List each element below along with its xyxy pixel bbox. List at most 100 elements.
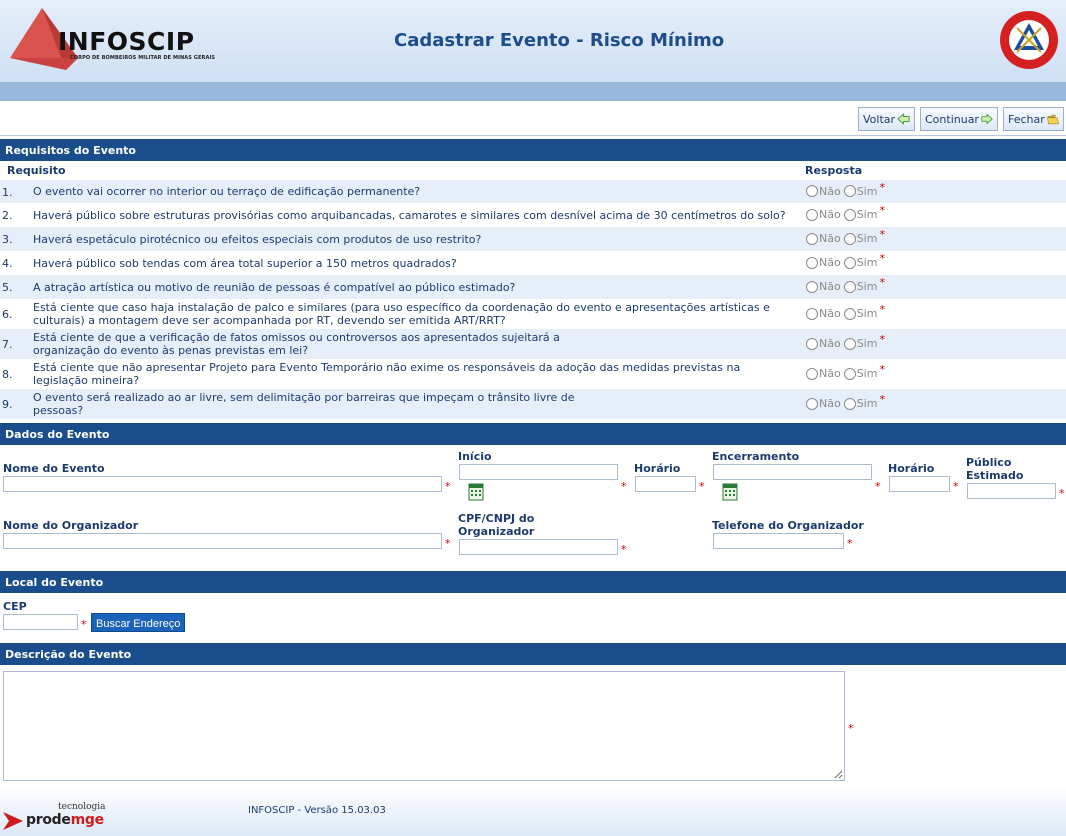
requirement-text: A atração artística ou motivo de reunião…	[33, 281, 516, 294]
resize-grip-icon[interactable]	[834, 770, 843, 779]
requirement-row: 6. Está ciente que caso haja instalação d…	[0, 299, 1066, 329]
answer-radio-group: Não Sim *	[806, 252, 885, 269]
organizer-document-input[interactable]	[459, 539, 618, 555]
organizer-document-label: CPF/CNPJ do Organizador	[458, 512, 535, 538]
page-footer	[0, 786, 1066, 836]
answer-yes-label: Sim	[856, 307, 878, 320]
requirement-number: 9.	[2, 398, 13, 411]
answer-no-label: Não	[819, 256, 841, 269]
requirement-number: 8.	[2, 368, 13, 381]
answer-yes-radio[interactable]	[843, 208, 856, 221]
open-folder-icon	[1047, 114, 1059, 124]
description-textarea[interactable]	[3, 671, 845, 781]
answer-no-radio[interactable]	[806, 397, 818, 410]
required-mark: *	[1059, 487, 1065, 500]
required-mark: *	[621, 480, 627, 493]
answer-no-radio[interactable]	[806, 307, 818, 320]
requirement-text: O evento vai ocorrer no interior ou terr…	[33, 185, 421, 198]
requirement-text: O evento será realizado ao ar livre, sem…	[33, 391, 575, 417]
requirement-number: 6.	[2, 308, 13, 321]
requirement-row: 5. A atração artística ou motivo de reuni…	[0, 275, 1066, 299]
answer-no-radio[interactable]	[806, 367, 818, 380]
continue-button[interactable]: Continuar	[920, 107, 998, 131]
requirements-section-header: Requisitos do Evento	[0, 139, 1066, 161]
required-mark: *	[445, 537, 451, 550]
answer-no-radio[interactable]	[806, 232, 818, 245]
requirement-row: 4. Haverá público sob tendas com área tot…	[0, 251, 1066, 275]
requirement-text: Haverá público sobre estruturas provisór…	[33, 209, 786, 222]
answer-radio-group: Não Sim *	[806, 204, 885, 221]
event-name-label: Nome do Evento	[3, 462, 105, 475]
event-name-input[interactable]	[3, 476, 442, 492]
answer-yes-radio[interactable]	[843, 185, 856, 197]
cep-input[interactable]	[3, 614, 78, 630]
answer-no-label: Não	[819, 367, 841, 380]
required-mark: *	[848, 722, 854, 735]
answer-yes-label: Sim	[856, 280, 878, 293]
organizer-name-input[interactable]	[3, 533, 442, 549]
calendar-icon[interactable]	[468, 483, 484, 501]
requirement-text: Está ciente que caso haja instalação de …	[33, 301, 770, 327]
start-time-label: Horário	[634, 462, 681, 475]
answer-yes-radio[interactable]	[843, 367, 856, 380]
page-header: INFOSCIP CORPO DE BOMBEIROS MILITAR DE M…	[0, 0, 1066, 82]
answer-no-radio[interactable]	[806, 337, 818, 350]
arrow-left-icon	[897, 113, 910, 125]
required-mark: *	[879, 204, 885, 217]
requirement-number: 5.	[2, 281, 13, 294]
estimated-audience-input[interactable]	[967, 483, 1056, 499]
answer-radio-group: Não Sim *	[806, 363, 885, 380]
answer-yes-radio[interactable]	[843, 256, 856, 269]
requirement-row: 2. Haverá público sobre estruturas provis…	[0, 203, 1066, 227]
answer-yes-label: Sim	[856, 232, 878, 245]
answer-yes-radio[interactable]	[843, 232, 856, 245]
end-date-input[interactable]	[713, 464, 872, 480]
back-button[interactable]: Voltar	[858, 107, 915, 131]
required-mark: *	[953, 480, 959, 493]
start-date-label: Início	[458, 450, 492, 463]
cep-label: CEP	[3, 600, 27, 613]
answer-yes-label: Sim	[856, 367, 878, 380]
answer-no-radio[interactable]	[806, 280, 818, 293]
arrow-right-icon	[981, 113, 993, 125]
answer-no-label: Não	[819, 280, 841, 293]
required-mark: *	[699, 480, 705, 493]
answer-yes-radio[interactable]	[843, 337, 856, 350]
requirement-row: 1. O evento vai ocorrer no interior ou te…	[0, 180, 1066, 203]
start-time-input[interactable]	[635, 476, 696, 492]
start-date-input[interactable]	[459, 464, 618, 480]
required-mark: *	[879, 333, 885, 346]
answer-no-radio[interactable]	[806, 208, 818, 221]
header-strip	[0, 82, 1066, 101]
requirement-number: 4.	[2, 257, 13, 270]
toolbar-divider	[0, 135, 1066, 136]
search-address-button[interactable]: Buscar Endereço	[91, 613, 186, 632]
answer-no-label: Não	[819, 208, 841, 221]
requirement-column-header: Requisito	[7, 164, 66, 177]
requirement-number: 2.	[2, 209, 13, 222]
answer-no-radio[interactable]	[806, 185, 818, 197]
answer-no-radio[interactable]	[806, 256, 818, 269]
footer-version: INFOSCIP - Versão 15.03.03	[248, 805, 386, 816]
answer-radio-group: Não Sim *	[806, 228, 885, 245]
calendar-icon[interactable]	[722, 483, 738, 501]
organizer-phone-input[interactable]	[713, 533, 844, 549]
description-section-header: Descrição do Evento	[0, 643, 1066, 665]
required-mark: *	[879, 228, 885, 241]
prodemge-logo-icon	[3, 812, 23, 830]
answer-yes-label: Sim	[856, 337, 878, 350]
end-time-input[interactable]	[889, 476, 950, 492]
answer-yes-radio[interactable]	[843, 280, 856, 293]
required-mark: *	[879, 363, 885, 376]
required-mark: *	[81, 618, 87, 631]
organizer-phone-label: Telefone do Organizador	[712, 519, 864, 532]
footer-brand: prodemge	[26, 812, 104, 828]
answer-yes-radio[interactable]	[843, 397, 856, 410]
required-mark: *	[847, 537, 853, 550]
requirement-text: Haverá espetáculo pirotécnico ou efeitos…	[33, 233, 482, 246]
answer-yes-radio[interactable]	[843, 307, 856, 320]
answer-radio-group: Não Sim *	[806, 181, 885, 198]
required-mark: *	[621, 543, 627, 556]
close-button[interactable]: Fechar	[1003, 107, 1064, 131]
answer-no-label: Não	[819, 307, 841, 320]
